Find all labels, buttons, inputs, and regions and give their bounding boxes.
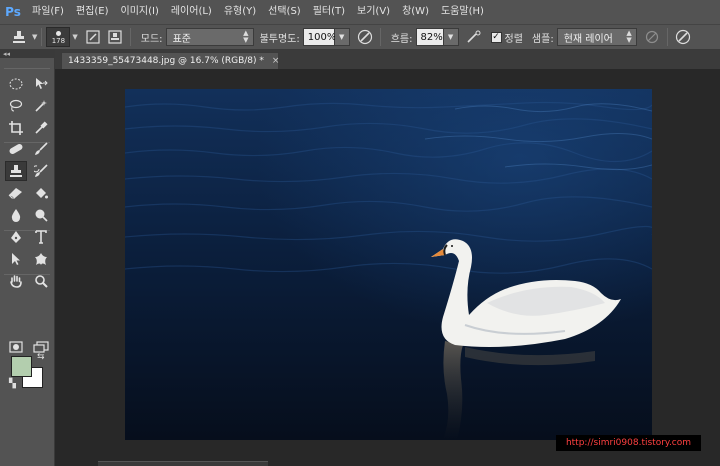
select-arrows-icon: ▲ ▼ — [243, 29, 249, 44]
opacity-dropdown-icon[interactable]: ▼ — [334, 28, 350, 46]
document-tab-title: 1433359_55473448.jpg @ 16.7% (RGB/8) * — [68, 56, 264, 66]
marquee-tool-icon[interactable] — [5, 74, 27, 94]
crop-tool-icon[interactable] — [5, 118, 27, 138]
clone-source-panel-icon[interactable] — [104, 27, 126, 47]
document-workspace — [55, 69, 720, 466]
pressure-opacity-icon[interactable] — [354, 27, 376, 47]
default-colors-icon[interactable]: ▚ — [9, 379, 16, 389]
brush-tool-icon[interactable] — [30, 139, 52, 159]
menu-help[interactable]: 도움말(H) — [435, 0, 490, 24]
flow-label: 흐름: — [390, 33, 413, 45]
history-brush-tool-icon[interactable] — [30, 161, 52, 181]
clone-stamp-tool-preset-icon[interactable] — [8, 27, 30, 47]
watermark-url: http://simri0908.tistory.com — [556, 435, 701, 451]
eraser-tool-icon[interactable] — [5, 183, 27, 203]
menu-image[interactable]: 이미지(I) — [115, 0, 165, 24]
menu-window[interactable]: 창(W) — [396, 0, 435, 24]
divider — [379, 28, 381, 46]
magic-wand-tool-icon[interactable] — [30, 96, 52, 116]
flow-input[interactable]: 82% — [415, 28, 444, 46]
divider — [41, 28, 43, 46]
menu-bar: Ps 파일(F) 편집(E) 이미지(I) 레이어(L) 유형(Y) 선택(S)… — [0, 0, 720, 24]
custom-shape-tool-icon[interactable] — [30, 249, 52, 269]
spot-healing-tool-icon[interactable] — [5, 139, 27, 159]
blend-mode-select[interactable]: 표준 ▲ ▼ — [165, 28, 254, 46]
ignore-adjustment-layers-icon[interactable] — [641, 27, 663, 47]
quick-mask-icon[interactable] — [5, 337, 27, 357]
image-canvas[interactable] — [125, 89, 652, 440]
menu-edit[interactable]: 편집(E) — [70, 0, 115, 24]
options-bar: ▼ 178 ▼ 모드: 표준 ▲ ▼ 불투명도: 100% ▼ 흐름: 82% ▼… — [0, 24, 720, 50]
paint-bucket-tool-icon[interactable] — [30, 183, 52, 203]
divider — [666, 28, 668, 46]
menu-type[interactable]: 유형(Y) — [218, 0, 262, 24]
airbrush-icon[interactable] — [463, 27, 485, 47]
flow-dropdown-icon[interactable]: ▼ — [443, 28, 459, 46]
select-arrows-icon: ▲ ▼ — [626, 29, 632, 44]
screen-mode-icon[interactable] — [30, 337, 52, 357]
sample-select[interactable]: 현재 레이어 ▲ ▼ — [556, 28, 637, 46]
aligned-label: 정렬 — [504, 33, 523, 45]
blur-tool-icon[interactable] — [5, 205, 27, 225]
brush-preset-picker[interactable]: 178 — [46, 27, 71, 47]
menu-layer[interactable]: 레이어(L) — [165, 0, 218, 24]
brush-panel-toggle-icon[interactable] — [82, 27, 104, 47]
brush-picker-caret-icon[interactable]: ▼ — [72, 33, 77, 41]
path-selection-tool-icon[interactable] — [5, 249, 27, 269]
opacity-label: 불투명도: — [259, 33, 300, 45]
foreground-color-swatch[interactable] — [11, 356, 32, 377]
divider — [129, 28, 131, 46]
brush-size-label: 178 — [51, 37, 66, 45]
move-tool-icon[interactable] — [30, 74, 52, 94]
zoom-tool-icon[interactable] — [30, 271, 52, 291]
document-tab-bar: 1433359_55473448.jpg @ 16.7% (RGB/8) * × — [55, 50, 720, 69]
mode-label: 모드: — [140, 33, 163, 45]
status-bar-stub — [98, 461, 268, 466]
pen-tool-icon[interactable] — [5, 227, 27, 247]
tool-preset-caret-icon[interactable]: ▼ — [32, 33, 37, 41]
brush-tip-icon — [56, 31, 62, 36]
document-tab[interactable]: 1433359_55473448.jpg @ 16.7% (RGB/8) * × — [61, 52, 279, 69]
hand-tool-icon[interactable] — [5, 271, 27, 291]
menu-view[interactable]: 보기(V) — [351, 0, 396, 24]
lasso-tool-icon[interactable] — [5, 96, 27, 116]
photoshop-logo: Ps — [5, 5, 21, 19]
eyedropper-tool-icon[interactable] — [30, 118, 52, 138]
clone-stamp-tool-icon[interactable] — [5, 161, 27, 181]
sample-value: 현재 레이어 — [563, 33, 613, 45]
divider — [4, 68, 50, 69]
opacity-input[interactable]: 100% — [302, 28, 336, 46]
close-tab-icon[interactable]: × — [272, 56, 280, 66]
swan-photo — [125, 89, 652, 440]
aligned-checkbox[interactable]: ✓ — [490, 31, 502, 43]
menu-select[interactable]: 선택(S) — [262, 0, 307, 24]
pressure-size-icon[interactable] — [672, 27, 694, 47]
tools-panel: ⇆ ▚ — [0, 58, 55, 466]
dodge-tool-icon[interactable] — [30, 205, 52, 225]
sample-label: 샘플: — [531, 33, 554, 45]
toolbar-collapse-icon[interactable]: ◂◂ — [0, 50, 55, 58]
menu-filter[interactable]: 필터(T) — [307, 0, 351, 24]
menu-file[interactable]: 파일(F) — [26, 0, 70, 24]
blend-mode-value: 표준 — [172, 33, 191, 45]
type-tool-icon[interactable] — [30, 227, 52, 247]
